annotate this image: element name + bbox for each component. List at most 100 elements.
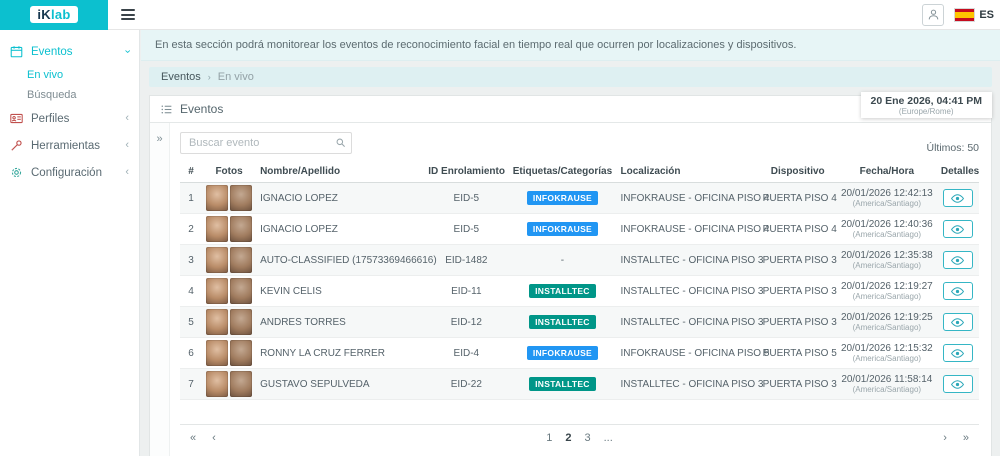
row-datetime: 20/01/2026 12:42:13(America/Santiago) bbox=[837, 183, 937, 214]
breadcrumb-separator-icon: › bbox=[208, 72, 211, 82]
row-details bbox=[937, 369, 979, 400]
row-enrollment-id: EID-11 bbox=[424, 276, 508, 307]
view-details-button[interactable] bbox=[943, 344, 973, 362]
face-photo bbox=[230, 185, 252, 211]
hamburger-menu-icon[interactable] bbox=[119, 6, 137, 23]
intro-text: En esta sección podrá monitorear los eve… bbox=[141, 30, 1000, 61]
row-tag: INSTALLTEC bbox=[508, 369, 616, 400]
row-number: 7 bbox=[180, 369, 202, 400]
chevron-left-icon: ‹ bbox=[125, 167, 129, 178]
tag-badge: INSTALLTEC bbox=[529, 377, 596, 391]
row-tag: INFOKRAUSE bbox=[508, 183, 616, 214]
face-photo bbox=[230, 340, 252, 366]
sidebar-item-perfiles[interactable]: Perfiles ‹ bbox=[0, 105, 139, 132]
view-details-button[interactable] bbox=[943, 189, 973, 207]
panel-title: Eventos bbox=[160, 102, 223, 116]
current-timezone: (Europe/Rome) bbox=[871, 107, 983, 116]
row-details bbox=[937, 183, 979, 214]
row-device: PUERTA PISO 3 bbox=[759, 307, 837, 338]
events-panel: Eventos 20 Ene 2026, 04:41 PM (Europe/Ro… bbox=[149, 95, 992, 456]
panel-body: » Últimos: 50 bbox=[150, 123, 991, 456]
sidebar-item-eventos[interactable]: Eventos › bbox=[0, 38, 139, 65]
face-photo bbox=[230, 247, 252, 273]
sidebar-item-label: Herramientas bbox=[31, 140, 100, 152]
sidebar-item-busqueda[interactable]: Búsqueda bbox=[0, 85, 139, 105]
row-number: 3 bbox=[180, 245, 202, 276]
language-selector[interactable]: ES bbox=[954, 8, 994, 22]
page-button-3[interactable]: 3 bbox=[584, 432, 590, 444]
sidebar-item-configuracion[interactable]: Configuración ‹ bbox=[0, 159, 139, 186]
row-tag: INSTALLTEC bbox=[508, 276, 616, 307]
first-page-button[interactable]: « bbox=[190, 432, 196, 444]
chevron-left-icon: ‹ bbox=[125, 140, 129, 151]
sidebar-item-herramientas[interactable]: Herramientas ‹ bbox=[0, 132, 139, 159]
pagination-pages: 1 2 3 ... bbox=[546, 432, 613, 444]
row-details bbox=[937, 307, 979, 338]
row-name: IGNACIO LOPEZ bbox=[256, 183, 424, 214]
table-row: 7 GUSTAVO SEPULVEDA EID-22 INSTALLTEC IN… bbox=[180, 369, 979, 400]
face-photo bbox=[230, 309, 252, 335]
row-location: INFOKRAUSE - OFICINA PISO 4 bbox=[617, 183, 759, 214]
user-icon bbox=[927, 8, 940, 21]
events-table: # Fotos Nombre/Apellido ID Enrolamiento … bbox=[180, 161, 979, 400]
sidebar: Eventos › En vivo Búsqueda Perfiles ‹ He… bbox=[0, 30, 140, 456]
row-details bbox=[937, 338, 979, 369]
page-button-1[interactable]: 1 bbox=[546, 432, 552, 444]
view-details-button[interactable] bbox=[943, 313, 973, 331]
table-row: 4 KEVIN CELIS EID-11 INSTALLTEC INSTALLT… bbox=[180, 276, 979, 307]
row-details bbox=[937, 276, 979, 307]
id-card-icon bbox=[10, 112, 23, 125]
page-button-2[interactable]: 2 bbox=[565, 432, 571, 444]
row-device: PUERTA PISO 5 bbox=[759, 338, 837, 369]
sidebar-item-label: Perfiles bbox=[31, 113, 69, 125]
expand-panel-toggle[interactable]: » bbox=[156, 133, 162, 145]
row-name: ANDRES TORRES bbox=[256, 307, 424, 338]
view-details-button[interactable] bbox=[943, 220, 973, 238]
sidebar-item-en-vivo[interactable]: En vivo bbox=[0, 65, 139, 85]
breadcrumb-item-eventos[interactable]: Eventos bbox=[161, 71, 201, 83]
sidebar-item-label: Eventos bbox=[31, 46, 73, 58]
col-nombre: Nombre/Apellido bbox=[256, 161, 424, 183]
prev-page-button[interactable]: ‹ bbox=[212, 432, 216, 444]
search-icon bbox=[335, 137, 346, 148]
row-datetime: 20/01/2026 12:40:36(America/Santiago) bbox=[837, 214, 937, 245]
row-number: 1 bbox=[180, 183, 202, 214]
row-number: 5 bbox=[180, 307, 202, 338]
panel-title-label: Eventos bbox=[180, 102, 223, 116]
search-input[interactable] bbox=[180, 132, 352, 154]
tag-badge: INFOKRAUSE bbox=[527, 191, 598, 205]
row-name: KEVIN CELIS bbox=[256, 276, 424, 307]
next-page-button[interactable]: › bbox=[943, 432, 947, 444]
face-photo bbox=[206, 278, 228, 304]
face-photo bbox=[230, 216, 252, 242]
row-device: PUERTA PISO 3 bbox=[759, 369, 837, 400]
panel-header: Eventos 20 Ene 2026, 04:41 PM (Europe/Ro… bbox=[150, 96, 991, 123]
row-tag: INSTALLTEC bbox=[508, 307, 616, 338]
row-location: INSTALLTEC - OFICINA PISO 3 bbox=[617, 245, 759, 276]
app-logo[interactable]: iKlab bbox=[30, 6, 77, 23]
row-location: INSTALLTEC - OFICINA PISO 3 bbox=[617, 307, 759, 338]
pagination-right: › » bbox=[943, 432, 969, 444]
row-photos bbox=[202, 276, 256, 307]
row-device: PUERTA PISO 4 bbox=[759, 183, 837, 214]
row-device: PUERTA PISO 4 bbox=[759, 214, 837, 245]
spain-flag-icon bbox=[954, 8, 975, 22]
pagination: « ‹ 1 2 3 ... › » bbox=[180, 424, 979, 451]
row-location: INFOKRAUSE - OFICINA PISO 5 bbox=[617, 338, 759, 369]
view-details-button[interactable] bbox=[943, 251, 973, 269]
row-device: PUERTA PISO 3 bbox=[759, 276, 837, 307]
row-location: INSTALLTEC - OFICINA PISO 3 bbox=[617, 369, 759, 400]
row-device: PUERTA PISO 3 bbox=[759, 245, 837, 276]
row-enrollment-id: EID-1482 bbox=[424, 245, 508, 276]
last-page-button[interactable]: » bbox=[963, 432, 969, 444]
view-details-button[interactable] bbox=[943, 375, 973, 393]
row-photos bbox=[202, 338, 256, 369]
row-photos bbox=[202, 214, 256, 245]
events-content: Últimos: 50 # Fotos Nombre/Apellido ID E… bbox=[170, 123, 991, 456]
view-details-button[interactable] bbox=[943, 282, 973, 300]
list-icon bbox=[160, 103, 173, 116]
user-account-button[interactable] bbox=[922, 4, 944, 26]
face-photo bbox=[206, 216, 228, 242]
row-datetime: 20/01/2026 12:35:38(America/Santiago) bbox=[837, 245, 937, 276]
face-photo bbox=[206, 185, 228, 211]
